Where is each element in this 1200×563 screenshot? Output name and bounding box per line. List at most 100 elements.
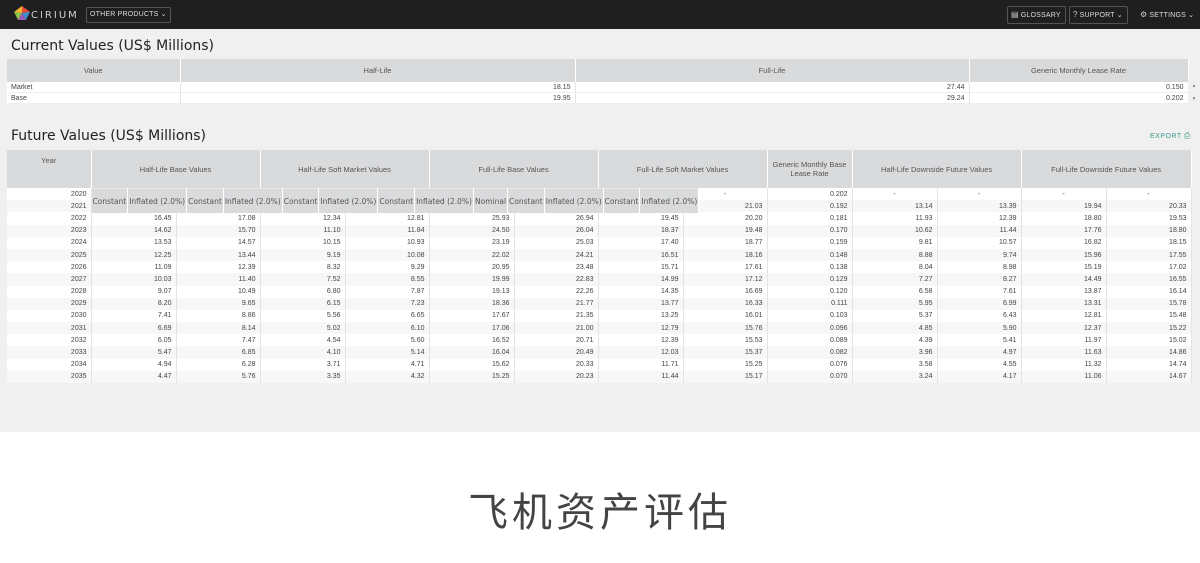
table-cell: 7.52 (260, 273, 346, 286)
column-header-value[interactable]: Value (7, 59, 181, 82)
table-cell: 17.61 (683, 261, 768, 274)
other-products-dropdown[interactable]: OTHER PRODUCTS ⌄ (86, 7, 171, 23)
table-cell: 0.111 (767, 297, 853, 310)
table-cell: 3.71 (260, 358, 346, 371)
table-cell: 4.47 (91, 370, 177, 383)
table-cell: 5.14 (345, 346, 430, 359)
column-subheader[interactable]: Inflated (2.0%) (639, 188, 700, 213)
table-cell: 10.03 (91, 273, 177, 286)
settings-button[interactable]: ⚙ SETTINGS ⌄ (1136, 6, 1199, 24)
table-cell: - (937, 188, 1022, 201)
year-cell: 2026 (7, 261, 92, 274)
table-cell: 15.78 (1106, 297, 1192, 310)
scroll-down-icon[interactable]: ▼ (1188, 93, 1200, 106)
table-cell: 5.90 (937, 322, 1022, 335)
table-cell: 19.53 (1106, 212, 1192, 225)
year-cell: 2025 (7, 248, 92, 262)
table-cell: 17.40 (598, 236, 684, 249)
table-cell: 4.55 (937, 358, 1022, 371)
table-cell: 22.02 (429, 248, 515, 262)
table-cell: 0.129 (767, 273, 853, 286)
table-cell: 7.61 (937, 285, 1022, 298)
current-values-table: Value Half-Life Full-Life Generic Monthl… (7, 59, 1189, 104)
column-subheader[interactable]: Nominal (473, 188, 509, 213)
table-cell: 8.88 (852, 248, 938, 262)
year-cell: 2031 (7, 322, 92, 335)
column-subheader[interactable]: Constant (282, 188, 320, 213)
column-subheader[interactable]: Constant (186, 188, 224, 213)
column-subheader[interactable]: Constant (377, 188, 416, 213)
table-cell: 6.58 (852, 285, 938, 298)
table-row: 2034 4.94 6.28 3.71 4.71 15.62 20.33 11.71 15.25… (7, 358, 1192, 371)
printer-icon: ⎙ (1183, 131, 1191, 140)
main-content: Current Values (US$ Millions) Value Half… (0, 29, 1200, 432)
table-cell: 15.48 (1106, 309, 1192, 323)
table-cell: 11.10 (260, 224, 346, 237)
current-values-title: Current Values (US$ Millions) (11, 38, 215, 54)
table-cell: 9.74 (937, 248, 1022, 262)
table-cell: 13.14 (852, 200, 938, 213)
table-cell: 15.62 (429, 358, 515, 371)
table-cell: 12.37 (1021, 322, 1107, 335)
table-cell: 15.22 (1106, 322, 1192, 335)
top-navigation-bar: CIRIUM OTHER PRODUCTS ⌄ ▤ GLOSSARY ? SUPPO… (0, 0, 1200, 29)
year-cell: 2023 (7, 224, 92, 237)
table-cell: 6.28 (176, 358, 261, 371)
table-cell: 5.47 (91, 346, 177, 359)
current-table-scrollbar[interactable]: ▲ ▼ (1188, 80, 1200, 107)
column-header-full-life[interactable]: Full-Life (575, 59, 970, 82)
scroll-up-icon[interactable]: ▲ (1188, 80, 1200, 93)
glossary-button[interactable]: ▤ GLOSSARY (1007, 6, 1066, 24)
table-cell: 20.71 (514, 334, 599, 347)
column-subheader[interactable]: Constant (91, 188, 129, 213)
table-cell: 20.33 (514, 358, 599, 371)
column-header-half-life[interactable]: Half-Life (180, 59, 576, 82)
group-header-lease-rate: Generic Monthly Base Lease Rate (767, 150, 853, 188)
column-header-lease-rate[interactable]: Generic Monthly Lease Rate (969, 59, 1189, 82)
table-cell: 19.48 (683, 224, 768, 237)
table-cell: 6.80 (260, 285, 346, 298)
table-cell: 14.49 (1021, 273, 1107, 286)
table-row: 2027 10.03 11.40 7.52 8.55 19.99 22.83 14.99 17.… (7, 273, 1192, 286)
export-button[interactable]: EXPORT ⎙ (1150, 131, 1191, 141)
cirium-logo[interactable]: CIRIUM (14, 5, 78, 25)
table-cell: 17.12 (683, 273, 768, 286)
column-subheader[interactable]: Inflated (2.0%) (318, 188, 379, 213)
table-cell: 8.98 (937, 261, 1022, 274)
table-cell: 26.04 (514, 224, 599, 237)
column-header-year[interactable]: Year (7, 150, 92, 188)
table-cell: 14.35 (598, 285, 684, 298)
table-cell: 24.21 (514, 248, 599, 262)
table-row: 2030 7.41 8.86 5.56 6.65 17.67 21.35 13.25 16.01… (7, 309, 1192, 323)
table-cell: 8.14 (176, 322, 261, 335)
column-subheader[interactable]: Inflated (2.0%) (414, 188, 474, 213)
table-cell: 16.14 (1106, 285, 1192, 298)
table-cell: 0.138 (767, 261, 853, 274)
table-cell: 11.32 (1021, 358, 1107, 371)
table-row: 2025 12.25 13.44 9.19 10.08 22.02 24.21 16.51 18… (7, 248, 1192, 262)
table-cell: 17.55 (1106, 248, 1192, 262)
table-row: 2033 5.47 6.85 4.10 5.14 16.04 20.49 12.03 15.37… (7, 346, 1192, 359)
table-cell: 18.15 (180, 82, 576, 93)
table-cell: 7.47 (176, 334, 261, 347)
support-button[interactable]: ? SUPPORT ⌄ (1069, 6, 1128, 24)
column-subheader[interactable]: Inflated (2.0%) (223, 188, 283, 213)
column-subheader[interactable]: Inflated (2.0%) (544, 188, 604, 213)
column-subheader[interactable]: Constant (507, 188, 545, 213)
table-cell: 19.95 (180, 92, 576, 104)
table-cell: 17.76 (1021, 224, 1107, 237)
table-cell: 4.10 (260, 346, 346, 359)
table-cell: 22.83 (514, 273, 599, 286)
table-cell: 6.65 (345, 309, 430, 323)
table-cell: 4.32 (345, 370, 430, 383)
column-subheader[interactable]: Inflated (2.0%) (127, 188, 188, 213)
table-cell: 0.170 (767, 224, 853, 237)
table-cell: 18.36 (429, 297, 515, 310)
table-cell: 18.37 (598, 224, 684, 237)
table-cell: - (1106, 188, 1192, 201)
table-cell: 18.77 (683, 236, 768, 249)
group-header-half-life-base: Half-Life Base Values (91, 150, 261, 188)
year-cell: 2030 (7, 309, 92, 323)
table-row: 2031 6.69 8.14 5.02 6.10 17.06 21.00 12.79 15.76… (7, 322, 1192, 335)
column-subheader[interactable]: Constant (603, 188, 641, 213)
